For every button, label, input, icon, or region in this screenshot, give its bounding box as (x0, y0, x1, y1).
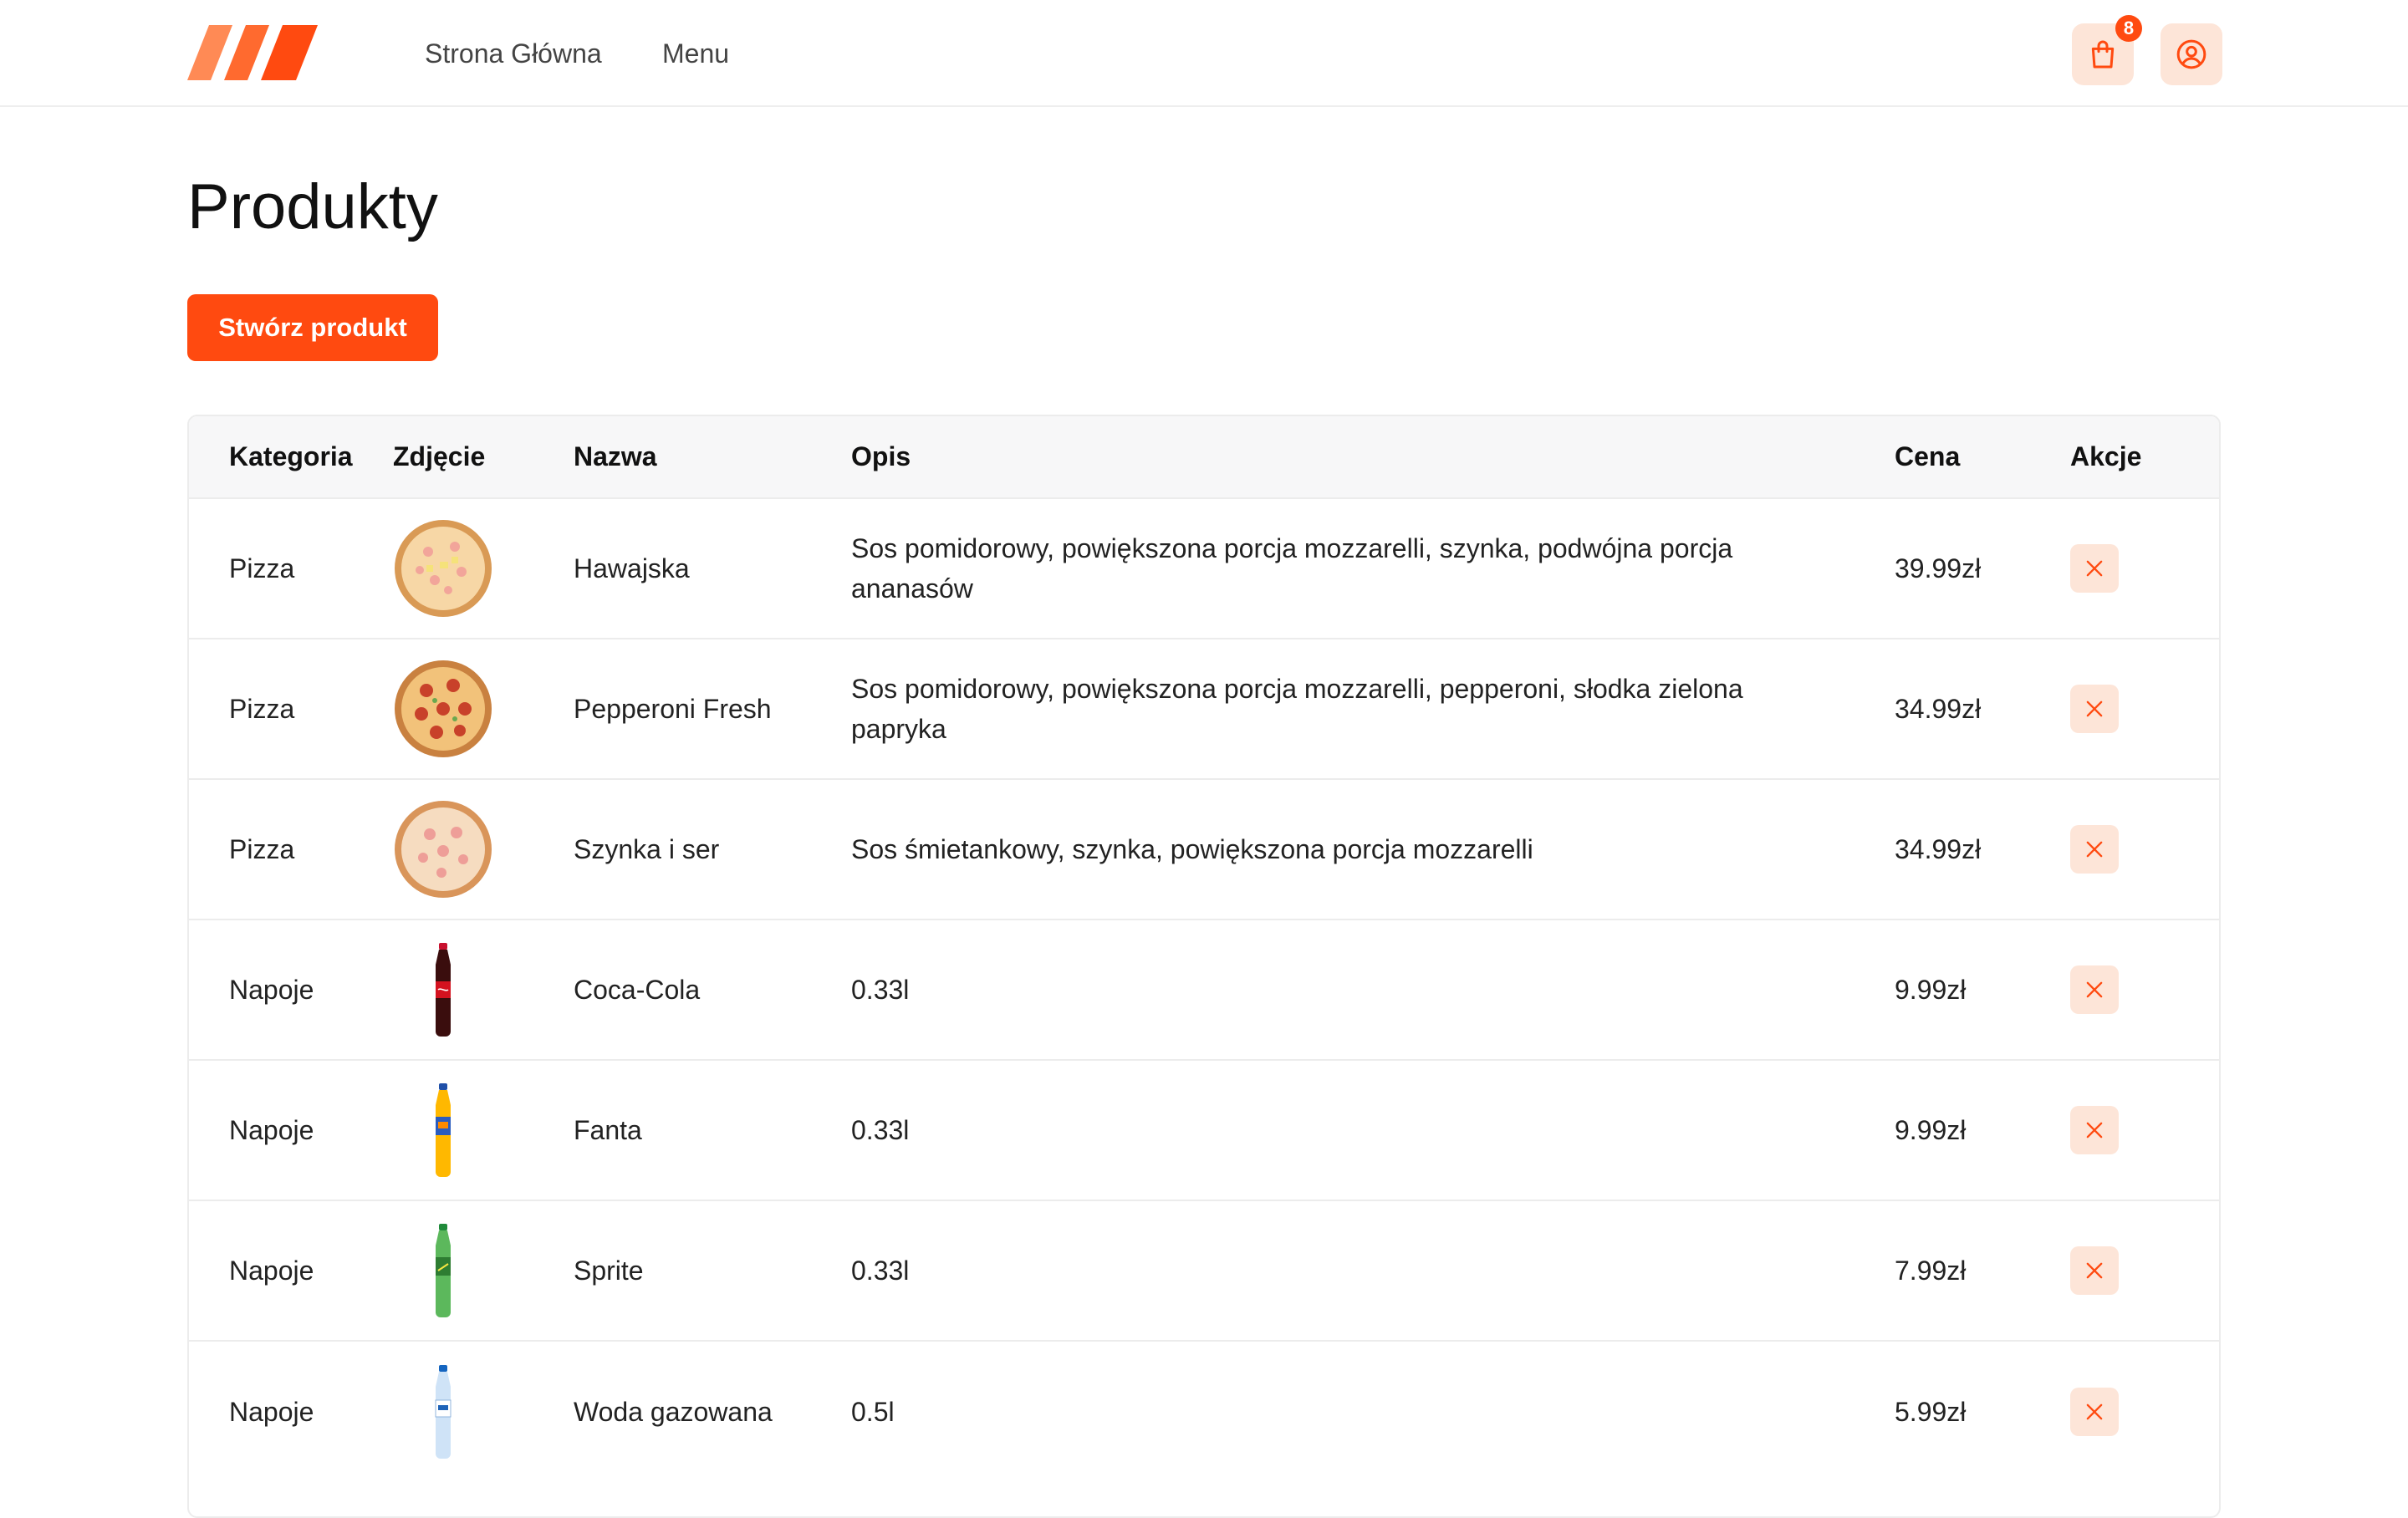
fanta-bottle-image (436, 1083, 451, 1177)
cell-name: Hawajska (574, 553, 690, 583)
cell-name: Fanta (574, 1115, 642, 1145)
page-title: Produkty (187, 171, 438, 242)
cell-price: 9.99zł (1895, 975, 1967, 1005)
cell-description: 0.5l (851, 1396, 895, 1427)
cell-price: 7.99zł (1895, 1256, 1967, 1286)
cell-name: Woda gazowana (574, 1396, 773, 1427)
cell-description: 0.33l (851, 1115, 910, 1145)
delete-product-button[interactable] (2070, 1387, 2119, 1436)
column-header-actions: Akcje (2070, 441, 2142, 471)
delete-product-button[interactable] (2070, 1246, 2119, 1295)
cart-count-badge: 8 (2115, 15, 2142, 42)
cell-price: 5.99zł (1895, 1396, 1967, 1427)
cell-category: Napoje (229, 1396, 314, 1427)
close-icon (2086, 560, 2103, 577)
delete-product-button[interactable] (2070, 825, 2119, 874)
close-icon (2086, 841, 2103, 858)
column-header-price: Cena (1895, 441, 1961, 471)
cell-category: Napoje (229, 1256, 314, 1286)
products-table: Kategoria Zdjęcie Nazwa Opis Cena Akcje … (189, 416, 2219, 1481)
cell-description: Sos pomidorowy, powiększona porcja mozza… (851, 674, 1743, 744)
close-icon (2086, 1403, 2103, 1419)
user-circle-icon (2176, 39, 2206, 69)
close-icon (2086, 1122, 2103, 1138)
cell-category: Pizza (229, 834, 295, 864)
pizza-pepperoni-image (395, 660, 492, 757)
coca-cola-bottle-image (436, 943, 451, 1037)
table-row: Napoje Coca-Cola 0.33l 9.99zł (189, 919, 2219, 1060)
delete-product-button[interactable] (2070, 965, 2119, 1014)
cell-category: Napoje (229, 1115, 314, 1145)
nav-link-home[interactable]: Strona Główna (425, 37, 602, 70)
cell-description: Sos pomidorowy, powiększona porcja mozza… (851, 533, 1733, 604)
table-row: Pizza Pepperoni Fresh Sos pomidorowy, po… (189, 639, 2219, 779)
table-row: Pizza Szynka i ser Sos śmietankowy, szyn (189, 779, 2219, 919)
cell-description: Sos śmietankowy, szynka, powiększona por… (851, 834, 1533, 864)
sprite-bottle-image (436, 1224, 451, 1317)
table-row: Pizza Hawajska Sos pomidorowy, powiększo… (189, 498, 2219, 639)
cell-name: Pepperoni Fresh (574, 694, 772, 724)
table-row: Napoje Woda gazowana 0.5l 5.99zł (189, 1341, 2219, 1481)
user-account-button[interactable] (2161, 23, 2222, 85)
table-row: Napoje Sprite 0.33l 7.99zł (189, 1200, 2219, 1341)
pizza-hawaiian-image (395, 520, 492, 617)
brand-logo[interactable] (187, 25, 318, 80)
cell-category: Pizza (229, 694, 295, 724)
shopping-bag-icon (2091, 40, 2115, 69)
products-table-container: Kategoria Zdjęcie Nazwa Opis Cena Akcje … (187, 415, 2221, 1518)
column-header-image: Zdjęcie (393, 441, 486, 471)
create-product-button[interactable]: Stwórz produkt (187, 294, 438, 361)
column-header-description: Opis (851, 441, 911, 471)
column-header-name: Nazwa (574, 441, 657, 471)
nav-link-menu[interactable]: Menu (662, 37, 729, 70)
cell-category: Pizza (229, 553, 295, 583)
delete-product-button[interactable] (2070, 685, 2119, 733)
top-navigation-bar: Strona Główna Menu 8 (0, 0, 2408, 107)
cell-price: 34.99zł (1895, 694, 1982, 724)
column-header-category: Kategoria (229, 441, 353, 471)
cell-name: Sprite (574, 1256, 644, 1286)
cell-description: 0.33l (851, 975, 910, 1005)
table-header-row: Kategoria Zdjęcie Nazwa Opis Cena Akcje (189, 416, 2219, 498)
cell-name: Szynka i ser (574, 834, 720, 864)
cell-name: Coca-Cola (574, 975, 701, 1005)
sparkling-water-bottle-image (435, 1364, 452, 1459)
cell-price: 39.99zł (1895, 553, 1982, 583)
cell-description: 0.33l (851, 1256, 910, 1286)
cell-price: 9.99zł (1895, 1115, 1967, 1145)
cell-price: 34.99zł (1895, 834, 1982, 864)
delete-product-button[interactable] (2070, 1106, 2119, 1154)
cart-button[interactable]: 8 (2072, 15, 2142, 85)
brand-logo-icon (187, 25, 318, 80)
pizza-ham-cheese-image (395, 801, 492, 898)
cell-category: Napoje (229, 975, 314, 1005)
table-row: Napoje Fanta 0.33l 9.99zł (189, 1060, 2219, 1200)
delete-product-button[interactable] (2070, 544, 2119, 593)
close-icon (2086, 700, 2103, 717)
close-icon (2086, 1262, 2103, 1279)
close-icon (2086, 981, 2103, 998)
